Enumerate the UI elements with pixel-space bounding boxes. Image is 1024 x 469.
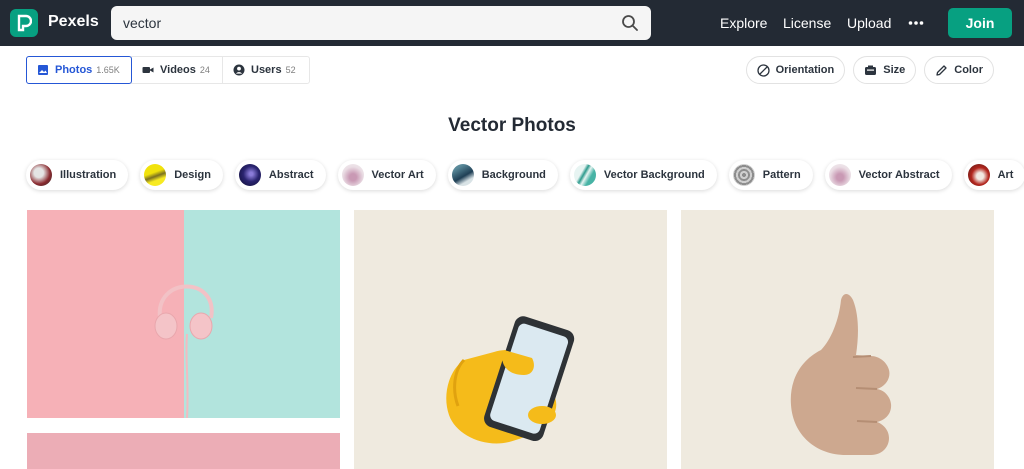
chip-abstract[interactable]: Abstract	[234, 160, 326, 190]
tab-users-count: 52	[285, 65, 296, 75]
page-title: Vector Photos	[448, 115, 576, 136]
search-icon[interactable]	[621, 14, 639, 32]
color-filter-label: Color	[954, 64, 983, 76]
chip-thumbnail	[828, 164, 851, 186]
image-icon	[38, 65, 48, 75]
tab-photos[interactable]: Photos 1.65K	[26, 56, 132, 84]
filter-buttons: Orientation Size Color	[745, 56, 994, 84]
chip-label: Vector Abstract	[858, 169, 940, 181]
nav-license-link[interactable]: License	[783, 15, 831, 31]
photo-hand-holding-phone[interactable]	[354, 210, 667, 469]
size-icon	[865, 65, 877, 75]
size-filter-label: Size	[883, 64, 906, 76]
tab-videos-label: Videos	[160, 64, 196, 76]
search-input[interactable]: vector	[123, 15, 161, 31]
chip-label: Art	[997, 169, 1014, 181]
photo-thumbs-up[interactable]	[681, 210, 994, 469]
chip-vector-abstract[interactable]: Vector Abstract	[824, 160, 952, 190]
chip-label: Illustration	[60, 169, 117, 181]
related-searches: Illustration Design Abstract Vector Art …	[26, 160, 1024, 190]
top-navigation-bar: Pexels vector Explore License Upload Joi…	[0, 0, 1024, 46]
chip-pattern[interactable]: Pattern	[728, 160, 813, 190]
pencil-icon	[936, 64, 947, 76]
chip-label: Pattern	[762, 169, 801, 181]
nav-upload-link[interactable]: Upload	[847, 15, 891, 31]
chip-label: Vector Art	[371, 169, 424, 181]
chip-illustration[interactable]: Illustration	[26, 160, 129, 190]
chip-thumbnail	[30, 164, 52, 186]
chip-thumbnail	[967, 164, 990, 186]
tab-videos[interactable]: Videos 24	[131, 56, 223, 84]
orientation-filter-label: Orientation	[775, 64, 835, 76]
size-filter-button[interactable]: Size	[853, 56, 917, 84]
chip-design[interactable]: Design	[140, 160, 223, 190]
chip-label: Abstract	[268, 169, 314, 181]
chip-thumbnail	[573, 164, 596, 186]
photo-pink-second[interactable]	[27, 433, 340, 469]
chip-thumbnail	[238, 164, 261, 186]
brand-name[interactable]: Pexels	[48, 13, 99, 31]
chip-thumbnail	[144, 164, 167, 186]
color-filter-button[interactable]: Color	[924, 56, 994, 84]
tab-photos-count: 1.65K	[96, 65, 120, 75]
photo-headphones[interactable]	[27, 210, 340, 418]
nav-explore-link[interactable]: Explore	[720, 15, 767, 31]
orientation-icon	[756, 63, 770, 77]
tab-videos-count: 24	[199, 65, 210, 75]
tab-users[interactable]: Users 52	[222, 56, 310, 84]
search-box[interactable]: vector	[111, 6, 651, 40]
chip-art[interactable]: Art	[963, 160, 1024, 190]
chip-label: Background	[481, 169, 546, 181]
tab-users-label: Users	[251, 64, 282, 76]
pexels-logo-icon[interactable]	[10, 9, 38, 37]
more-options-icon[interactable]	[908, 15, 924, 31]
chip-label: Vector Background	[603, 169, 705, 181]
chip-vector-background[interactable]: Vector Background	[569, 160, 717, 190]
orientation-filter-button[interactable]: Orientation	[745, 56, 846, 84]
chip-label: Design	[174, 169, 211, 181]
join-button[interactable]: Join	[948, 8, 1012, 38]
chip-thumbnail	[341, 164, 364, 186]
chip-background[interactable]: Background	[447, 160, 558, 190]
chip-thumbnail	[451, 164, 474, 186]
video-camera-icon	[142, 67, 154, 73]
chip-vector-art[interactable]: Vector Art	[337, 160, 436, 190]
media-type-tabs: Photos 1.65K Videos 24 Users 52	[26, 56, 310, 85]
tab-photos-label: Photos	[55, 64, 93, 76]
user-icon	[233, 64, 245, 76]
chip-thumbnail	[732, 164, 755, 186]
